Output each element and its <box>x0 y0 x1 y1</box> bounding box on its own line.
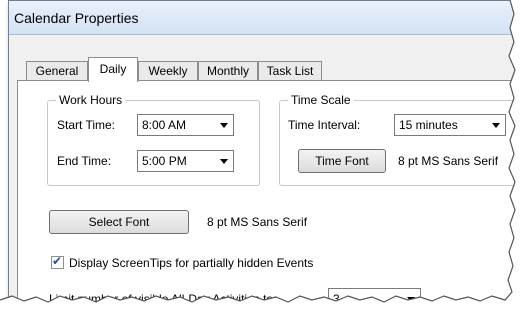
tab-daily[interactable]: Daily <box>88 57 138 82</box>
torn-paper-edge <box>0 0 526 322</box>
